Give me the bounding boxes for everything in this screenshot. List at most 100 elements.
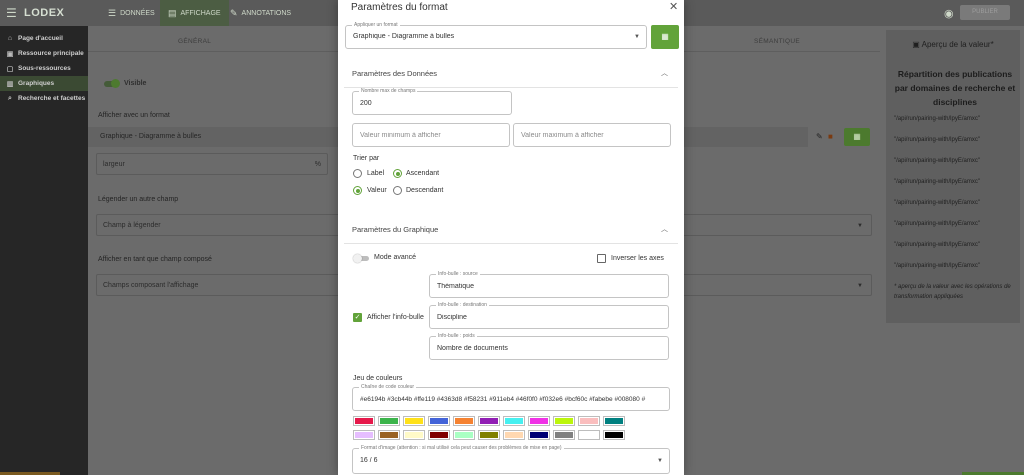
show-tooltip-label: Afficher l'info-bulle (367, 314, 424, 321)
annotation-icon: ✎ (230, 7, 238, 18)
color-swatch[interactable] (353, 430, 375, 440)
min-value-placeholder: Valeur minimum à afficher (360, 132, 441, 139)
document-icon: ▣ (6, 50, 14, 58)
composed-section-label: Afficher en tant que champ composé (98, 256, 212, 263)
tooltip-destination-label: Info-bulle : destination (436, 302, 489, 308)
sidebar-item-label: Ressource principale (18, 50, 84, 57)
apply-format-button[interactable]: ▦ (651, 25, 679, 49)
swatch-color (430, 432, 448, 438)
nav-annotations[interactable]: ✎ ANNOTATIONS (222, 0, 299, 26)
swatch-color (505, 432, 523, 438)
color-swatch[interactable] (378, 430, 400, 440)
swatch-color (530, 418, 548, 424)
eye-icon[interactable]: ◉ (944, 7, 954, 20)
sort-asc-radio[interactable] (393, 169, 402, 178)
sidebar-item-label: Graphiques (18, 80, 55, 87)
color-swatch[interactable] (403, 416, 425, 426)
color-swatch[interactable] (453, 416, 475, 426)
sidebar-item-graphs[interactable]: ▥ Graphiques (0, 76, 88, 91)
tooltip-destination-input[interactable]: Info-bulle : destination Discipline (429, 302, 669, 329)
data-section-header[interactable]: Paramètres des Données ︿ (344, 58, 678, 88)
visible-toggle-row[interactable]: Visible (104, 78, 146, 88)
swatch-color (555, 432, 573, 438)
close-icon[interactable]: ✕ (669, 0, 678, 13)
chevron-down-icon: ▼ (857, 223, 863, 229)
max-value-input[interactable]: Valeur maximum à afficher (513, 123, 671, 147)
preview-line: "/api/run/pairing-with/lpyE/amxc" (894, 221, 980, 227)
swatch-color (430, 418, 448, 424)
color-swatch[interactable] (553, 430, 575, 440)
width-input[interactable]: largeur % (96, 153, 328, 175)
color-swatch[interactable] (478, 416, 500, 426)
preview-title: ▣ Aperçu de la valeur* (886, 40, 1020, 49)
max-fields-label: Nombre max de champs (359, 88, 418, 94)
sort-label-radio[interactable] (353, 169, 362, 178)
swatch-color (355, 432, 373, 438)
color-swatch[interactable] (428, 416, 450, 426)
color-swatch[interactable] (403, 430, 425, 440)
color-swatch[interactable] (503, 430, 525, 440)
color-swatch[interactable] (553, 416, 575, 426)
tooltip-source-value: Thématique (437, 283, 474, 290)
visible-toggle[interactable] (104, 78, 120, 88)
swatch-color (580, 432, 598, 438)
color-swatch[interactable] (603, 430, 625, 440)
format-apply-select[interactable]: Appliquer un format Graphique - Diagramm… (345, 22, 647, 49)
max-fields-input[interactable]: Nombre max de champs 200 (352, 88, 512, 115)
swatch-color (480, 418, 498, 424)
color-swatch[interactable] (428, 430, 450, 440)
graph-section-header[interactable]: Paramètres du Graphique ︿ (344, 214, 678, 244)
color-string-input[interactable]: Chaîne de code couleur #e6194b #3cb44b #… (352, 384, 670, 411)
sort-desc-radio[interactable] (393, 186, 402, 195)
format-apply-value: Graphique - Diagramme à bulles (353, 33, 455, 40)
tab-semantique[interactable]: SÉMANTIQUE (754, 38, 800, 45)
min-value-input[interactable]: Valeur minimum à afficher (352, 123, 510, 147)
sidebar-item-search[interactable]: ⌕ Recherche et facettes (0, 91, 88, 106)
nav-label: AFFICHAGE (180, 9, 221, 17)
tooltip-source-input[interactable]: Info-bulle : source Thématique (429, 271, 669, 298)
delete-icon[interactable]: ■ (828, 132, 833, 141)
color-swatch[interactable] (603, 416, 625, 426)
graph-section-title: Paramètres du Graphique (352, 225, 439, 234)
swatch-color (405, 432, 423, 438)
advanced-mode-label: Mode avancé (374, 254, 417, 261)
tooltip-weight-input[interactable]: Info-bulle : poids Nombre de documents (429, 333, 669, 360)
nav-donnees[interactable]: ☰ DONNÉES (100, 0, 163, 26)
tooltip-weight-value: Nombre de documents (437, 345, 508, 352)
image-format-value: 16 / 6 (360, 457, 378, 464)
hamburger-menu-icon[interactable]: ☰ (6, 7, 17, 19)
image-format-select[interactable]: Format d'image (attention : si mal utili… (352, 445, 670, 474)
color-swatch[interactable] (528, 416, 550, 426)
sort-value-radio[interactable] (353, 186, 362, 195)
composed-placeholder: Champs composant l'affichage (103, 282, 199, 289)
format-settings-button[interactable]: ▦ (844, 128, 870, 146)
color-swatch[interactable] (528, 430, 550, 440)
preview-line: "/api/run/pairing-with/lpyE/amxc" (894, 242, 980, 248)
color-swatch[interactable] (378, 416, 400, 426)
nav-label: DONNÉES (120, 9, 155, 17)
color-swatch[interactable] (478, 430, 500, 440)
color-swatch[interactable] (453, 430, 475, 440)
app-logo: LODEX (24, 7, 65, 19)
dialog-title: Paramètres du format (351, 2, 448, 13)
sidebar: ⌂ Page d'accueil ▣ Ressource principale … (0, 26, 88, 475)
color-swatch[interactable] (578, 430, 600, 440)
preview-note: * aperçu de la valeur avec les opération… (894, 284, 1011, 300)
color-swatch[interactable] (353, 416, 375, 426)
invert-axes-checkbox[interactable] (597, 254, 606, 263)
sort-value-option: Valeur (367, 187, 387, 194)
advanced-mode-toggle[interactable] (353, 254, 369, 263)
sidebar-item-label: Page d'accueil (18, 35, 63, 42)
nav-affichage[interactable]: ▤ AFFICHAGE (160, 0, 229, 26)
color-swatch[interactable] (578, 416, 600, 426)
sidebar-item-subresources[interactable]: ▢ Sous-ressources (0, 61, 88, 76)
sort-asc-option: Ascendant (406, 170, 440, 177)
tab-general[interactable]: GÉNÉRAL (178, 38, 211, 45)
show-tooltip-checkbox[interactable]: ✓ (353, 313, 362, 322)
swatch-color (480, 432, 498, 438)
edit-icon[interactable]: ✎ (816, 132, 823, 141)
color-swatch[interactable] (503, 416, 525, 426)
sidebar-item-main-resource[interactable]: ▣ Ressource principale (0, 46, 88, 61)
sidebar-item-home[interactable]: ⌂ Page d'accueil (0, 31, 88, 46)
publish-button[interactable]: PUBLIER (960, 5, 1010, 20)
